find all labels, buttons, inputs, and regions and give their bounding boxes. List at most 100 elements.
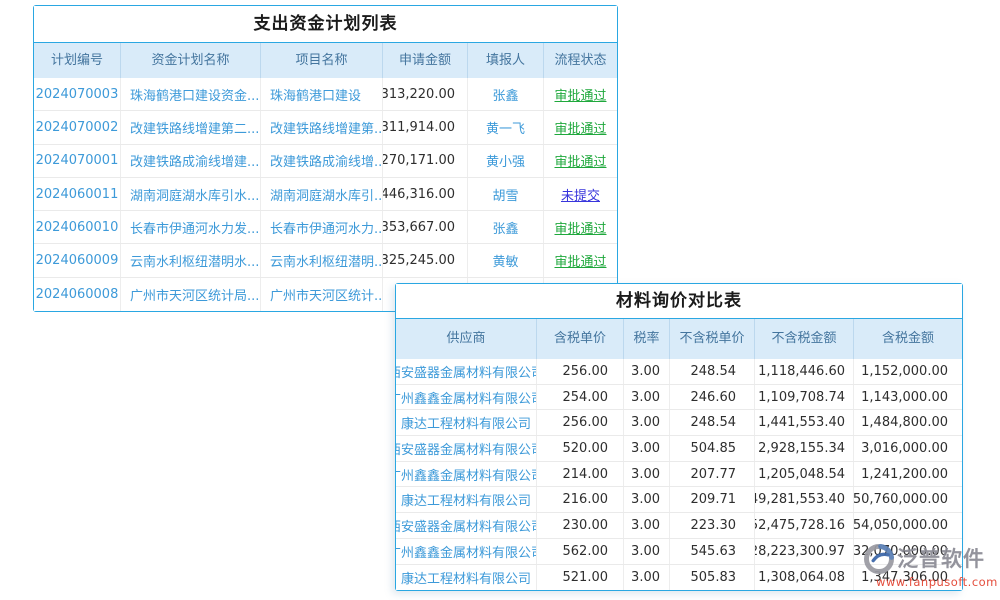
- unit-price-with-tax-cell: 216.00: [537, 487, 624, 512]
- unit-price-with-tax-cell: 520.00: [537, 436, 624, 461]
- project-name-link[interactable]: 湖南洞庭湖水库引...: [261, 178, 383, 210]
- amount-with-tax-cell: 1,241,200.00: [854, 462, 962, 487]
- plan-name-link[interactable]: 长春市伊通河水力发...: [121, 211, 261, 243]
- material-quote-table-body: 西安盛器金属材料有限公司256.003.00248.541,118,446.60…: [396, 359, 962, 590]
- quote-column-header-4: 不含税金额: [755, 319, 854, 359]
- plan-column-header-5: 流程状态: [544, 43, 617, 78]
- amount-without-tax-cell: 1,109,708.74: [755, 385, 854, 410]
- unit-price-with-tax-cell: 256.00: [537, 359, 624, 384]
- unit-price-with-tax-cell: 521.00: [537, 565, 624, 591]
- amount-without-tax-cell: 49,281,553.40: [755, 487, 854, 512]
- plan-id-link[interactable]: 2024060008: [34, 278, 121, 311]
- plan-id-link[interactable]: 2024060009: [34, 244, 121, 276]
- table-row: 2024070003珠海鹤港口建设资金...珠海鹤港口建设313,220.00张…: [34, 78, 617, 111]
- tax-rate-cell: 3.00: [624, 565, 670, 591]
- table-row: 广州鑫鑫金属材料有限公司562.003.00545.63128,223,300.…: [396, 539, 962, 565]
- table-row: 2024060010长春市伊通河水力发...长春市伊通河水力...353,667…: [34, 211, 617, 244]
- plan-column-header-0: 计划编号: [34, 43, 121, 78]
- plan-name-link[interactable]: 改建铁路成渝线增建...: [121, 145, 261, 177]
- amount-without-tax-cell: 128,223,300.97: [755, 539, 854, 564]
- quote-column-header-3: 不含税单价: [670, 319, 755, 359]
- amount-with-tax-cell: 132,070,000.00: [854, 539, 962, 564]
- tax-rate-cell: 3.00: [624, 436, 670, 461]
- plan-column-header-1: 资金计划名称: [121, 43, 261, 78]
- project-name-link[interactable]: 改建铁路成渝线增...: [261, 145, 383, 177]
- table-row: 广州鑫鑫金属材料有限公司254.003.00246.601,109,708.74…: [396, 385, 962, 411]
- plan-name-link[interactable]: 云南水利枢纽潜明水...: [121, 244, 261, 276]
- amount-cell: 311,914.00: [383, 111, 468, 143]
- tax-rate-cell: 3.00: [624, 462, 670, 487]
- plan-name-link[interactable]: 改建铁路线增建第二...: [121, 111, 261, 143]
- material-quote-table-header: 供应商含税单价税率不含税单价不含税金额含税金额: [396, 319, 962, 359]
- amount-cell: 353,667.00: [383, 211, 468, 243]
- status-link[interactable]: 审批通过: [544, 244, 617, 276]
- plan-id-link[interactable]: 2024070002: [34, 111, 121, 143]
- supplier-link[interactable]: 西安盛器金属材料有限公司: [396, 436, 537, 461]
- plan-name-link[interactable]: 珠海鹤港口建设资金...: [121, 78, 261, 110]
- reporter-link[interactable]: 黄小强: [468, 145, 544, 177]
- reporter-link[interactable]: 黄敏: [468, 244, 544, 276]
- reporter-link[interactable]: 张鑫: [468, 211, 544, 243]
- unit-price-without-tax-cell: 545.63: [670, 539, 755, 564]
- amount-without-tax-cell: 52,475,728.16: [755, 513, 854, 538]
- plan-id-link[interactable]: 2024070003: [34, 78, 121, 110]
- quote-column-header-0: 供应商: [396, 319, 537, 359]
- amount-cell: 446,316.00: [383, 178, 468, 210]
- amount-without-tax-cell: 1,205,048.54: [755, 462, 854, 487]
- table-row: 西安盛器金属材料有限公司256.003.00248.541,118,446.60…: [396, 359, 962, 385]
- supplier-link[interactable]: 广州鑫鑫金属材料有限公司: [396, 462, 537, 487]
- table-row: 广州鑫鑫金属材料有限公司214.003.00207.771,205,048.54…: [396, 462, 962, 488]
- unit-price-without-tax-cell: 209.71: [670, 487, 755, 512]
- amount-with-tax-cell: 1,484,800.00: [854, 410, 962, 435]
- project-name-link[interactable]: 长春市伊通河水力...: [261, 211, 383, 243]
- project-name-link[interactable]: 云南水利枢纽潜明...: [261, 244, 383, 276]
- reporter-link[interactable]: 张鑫: [468, 78, 544, 110]
- unit-price-with-tax-cell: 562.00: [537, 539, 624, 564]
- reporter-link[interactable]: 胡雪: [468, 178, 544, 210]
- status-link[interactable]: 审批通过: [544, 78, 617, 110]
- table-row: 2024070001改建铁路成渝线增建...改建铁路成渝线增...270,171…: [34, 145, 617, 178]
- amount-without-tax-cell: 2,928,155.34: [755, 436, 854, 461]
- status-link[interactable]: 审批通过: [544, 111, 617, 143]
- table-row: 康达工程材料有限公司521.003.00505.831,308,064.081,…: [396, 565, 962, 591]
- plan-id-link[interactable]: 2024060011: [34, 178, 121, 210]
- expenditure-plan-table-title: 支出资金计划列表: [34, 6, 617, 43]
- unit-price-without-tax-cell: 248.54: [670, 410, 755, 435]
- amount-with-tax-cell: 50,760,000.00: [854, 487, 962, 512]
- amount-with-tax-cell: 1,143,000.00: [854, 385, 962, 410]
- status-link[interactable]: 审批通过: [544, 211, 617, 243]
- supplier-link[interactable]: 康达工程材料有限公司: [396, 487, 537, 512]
- tax-rate-cell: 3.00: [624, 513, 670, 538]
- plan-name-link[interactable]: 广州市天河区统计局...: [121, 278, 261, 311]
- amount-cell: 325,245.00: [383, 244, 468, 276]
- plan-column-header-3: 申请金额: [383, 43, 468, 78]
- tax-rate-cell: 3.00: [624, 487, 670, 512]
- supplier-link[interactable]: 广州鑫鑫金属材料有限公司: [396, 539, 537, 564]
- reporter-link[interactable]: 黄一飞: [468, 111, 544, 143]
- expenditure-plan-table-body: 2024070003珠海鹤港口建设资金...珠海鹤港口建设313,220.00张…: [34, 78, 617, 311]
- amount-with-tax-cell: 1,152,000.00: [854, 359, 962, 384]
- plan-id-link[interactable]: 2024070001: [34, 145, 121, 177]
- supplier-link[interactable]: 西安盛器金属材料有限公司: [396, 359, 537, 384]
- plan-column-header-4: 填报人: [468, 43, 544, 78]
- project-name-link[interactable]: 广州市天河区统计...: [261, 278, 383, 311]
- material-quote-comparison-table: 材料询价对比表 供应商含税单价税率不含税单价不含税金额含税金额 西安盛器金属材料…: [395, 283, 963, 591]
- table-row: 西安盛器金属材料有限公司520.003.00504.852,928,155.34…: [396, 436, 962, 462]
- unit-price-without-tax-cell: 505.83: [670, 565, 755, 591]
- supplier-link[interactable]: 康达工程材料有限公司: [396, 565, 537, 591]
- tax-rate-cell: 3.00: [624, 385, 670, 410]
- tax-rate-cell: 3.00: [624, 410, 670, 435]
- status-link[interactable]: 审批通过: [544, 145, 617, 177]
- plan-id-link[interactable]: 2024060010: [34, 211, 121, 243]
- supplier-link[interactable]: 广州鑫鑫金属材料有限公司: [396, 385, 537, 410]
- supplier-link[interactable]: 西安盛器金属材料有限公司: [396, 513, 537, 538]
- unit-price-without-tax-cell: 207.77: [670, 462, 755, 487]
- expenditure-plan-table-header: 计划编号资金计划名称项目名称申请金额填报人流程状态: [34, 43, 617, 78]
- project-name-link[interactable]: 改建铁路线增建第...: [261, 111, 383, 143]
- unit-price-with-tax-cell: 254.00: [537, 385, 624, 410]
- supplier-link[interactable]: 康达工程材料有限公司: [396, 410, 537, 435]
- project-name-link[interactable]: 珠海鹤港口建设: [261, 78, 383, 110]
- status-link[interactable]: 未提交: [544, 178, 617, 210]
- table-row: 2024070002改建铁路线增建第二...改建铁路线增建第...311,914…: [34, 111, 617, 144]
- plan-name-link[interactable]: 湖南洞庭湖水库引水...: [121, 178, 261, 210]
